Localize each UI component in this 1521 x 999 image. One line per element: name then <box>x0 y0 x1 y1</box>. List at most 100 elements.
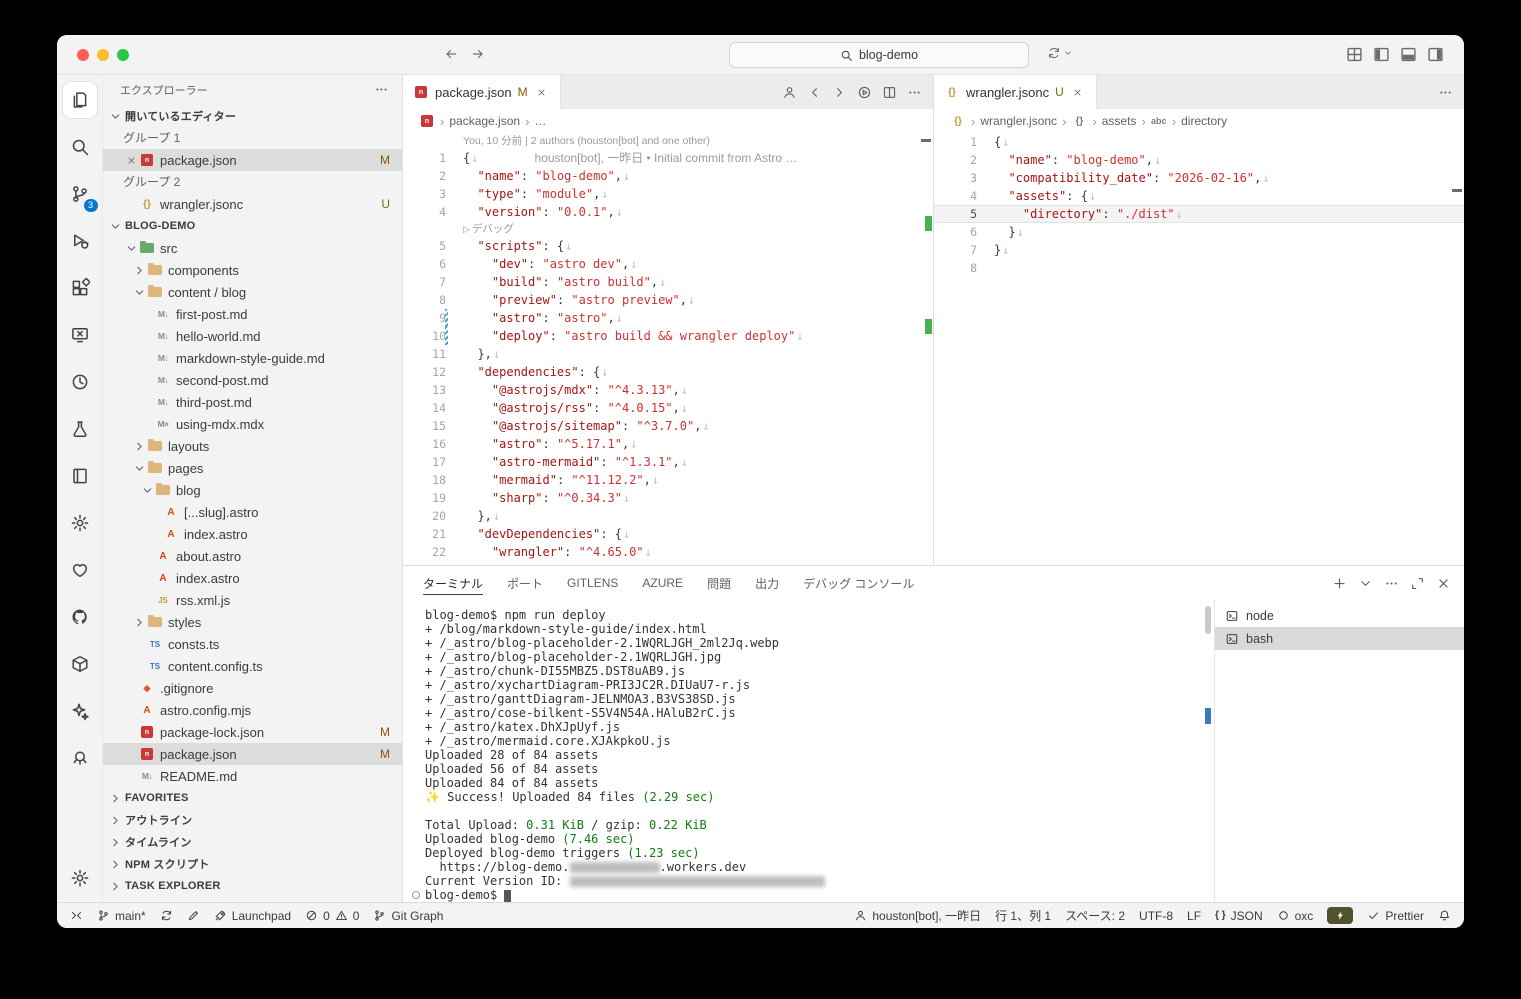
code-line[interactable]: 8 "preview": "astro preview",↓ <box>403 291 933 309</box>
code-line[interactable]: 1{↓houston[bot], 一昨日 • Initial commit fr… <box>403 149 933 167</box>
code-editor[interactable]: 1{↓2 "name": "blog-demo",↓3 "compatibili… <box>934 133 1464 565</box>
tree-item[interactable]: Aabout.astro <box>103 545 402 567</box>
panel-tab-ターミナル[interactable]: ターミナル <box>423 566 483 600</box>
toggle-blame-icon[interactable] <box>778 81 800 103</box>
tree-item[interactable]: M↓first-post.md <box>103 303 402 325</box>
root-folder-header[interactable]: BLOG-DEMO <box>125 220 195 232</box>
tree-item[interactable]: A[...slug].astro <box>103 501 402 523</box>
terminal-profile-dropdown-icon[interactable] <box>1354 572 1376 594</box>
activity-run-and-debug-icon[interactable] <box>63 223 97 259</box>
tree-item[interactable]: npackage-lock.jsonM <box>103 721 402 743</box>
code-line[interactable]: 21 "devDependencies": {↓ <box>403 525 933 543</box>
toggle-secondary-sidebar-icon[interactable] <box>1426 45 1446 65</box>
activity-remote-explorer-icon[interactable] <box>63 317 97 353</box>
status-notifications[interactable] <box>1431 903 1458 928</box>
activity-testing-icon[interactable] <box>63 411 97 447</box>
panel-tab-ポート[interactable]: ポート <box>507 566 543 600</box>
activity-notebooks-icon[interactable] <box>63 458 97 494</box>
activity-extensions-icon[interactable] <box>63 270 97 306</box>
titlebar-extra-control[interactable] <box>1047 46 1073 60</box>
tree-item[interactable]: M↓second-post.md <box>103 369 402 391</box>
code-line[interactable]: 5 "directory": "./dist"↓ <box>934 205 1464 223</box>
activity-github-icon[interactable] <box>63 599 97 635</box>
status-indentation[interactable]: スペース: 2 <box>1058 903 1132 928</box>
status-branch-indicator[interactable]: main* <box>90 903 153 928</box>
activity-search-icon[interactable] <box>63 129 97 165</box>
panel-more-actions-icon[interactable] <box>1380 572 1402 594</box>
terminal-instance-bash[interactable]: bash <box>1215 627 1464 650</box>
code-line[interactable]: 10 "deploy": "astro build && wrangler de… <box>403 327 933 345</box>
more-editor-actions-icon[interactable] <box>1434 81 1456 103</box>
maximize-panel-icon[interactable] <box>1406 572 1428 594</box>
status-eol[interactable]: LF <box>1180 903 1208 928</box>
tab-wrangler.jsonc[interactable]: {}wrangler.jsoncU <box>934 75 1097 109</box>
status-bolt-badge[interactable] <box>1320 903 1360 928</box>
code-line[interactable]: 17 "astro-mermaid": "^1.3.1",↓ <box>403 453 933 471</box>
tab-package.json[interactable]: npackage.jsonM <box>403 75 561 109</box>
tree-item[interactable]: blog <box>103 479 402 501</box>
code-line[interactable]: 9 "astro": "astro",↓ <box>403 309 933 327</box>
status-launchpad[interactable]: Launchpad <box>207 903 298 928</box>
panel-tab-問題[interactable]: 問題 <box>707 566 731 600</box>
sidebar-section-header[interactable]: NPM スクリプト <box>125 856 209 872</box>
sidebar-section-header[interactable]: アウトライン <box>125 812 192 828</box>
code-line[interactable]: 14 "@astrojs/rss": "^4.0.15",↓ <box>403 399 933 417</box>
panel-tab-GITLENS[interactable]: GITLENS <box>567 566 618 600</box>
panel-tab-デバッグ コンソール[interactable]: デバッグ コンソール <box>803 566 914 600</box>
close-tab-icon[interactable] <box>1070 84 1086 100</box>
code-line[interactable]: 19 "sharp": "^0.34.3"↓ <box>403 489 933 507</box>
code-line[interactable]: 11 },↓ <box>403 345 933 363</box>
tree-item[interactable]: components <box>103 259 402 281</box>
tree-item[interactable]: M↓README.md <box>103 765 402 787</box>
activity-containers-icon[interactable] <box>63 740 97 776</box>
tree-item[interactable]: layouts <box>103 435 402 457</box>
code-line[interactable]: 16 "astro": "^5.17.1",↓ <box>403 435 933 453</box>
history-forward-button[interactable] <box>470 46 490 64</box>
next-change-icon[interactable] <box>828 81 850 103</box>
tree-item[interactable]: M↓markdown-style-guide.md <box>103 347 402 369</box>
code-line[interactable]: 1{↓ <box>934 133 1464 151</box>
tree-item[interactable]: M↓third-post.md <box>103 391 402 413</box>
status-blame-author[interactable]: houston[bot], 一昨日 <box>847 903 988 928</box>
close-editor-icon[interactable] <box>123 155 139 166</box>
tree-item[interactable]: TSconsts.ts <box>103 633 402 655</box>
breadcrumb-item[interactable]: directory <box>1181 114 1227 128</box>
panel-tab-出力[interactable]: 出力 <box>755 566 779 600</box>
code-line[interactable]: 2 "name": "blog-demo",↓ <box>934 151 1464 169</box>
activity-package-explorer-icon[interactable] <box>63 646 97 682</box>
tree-item[interactable]: TScontent.config.ts <box>103 655 402 677</box>
code-line[interactable]: 6 "dev": "astro dev",↓ <box>403 255 933 273</box>
activity-manage-icon[interactable] <box>63 860 97 896</box>
open-editor-item[interactable]: {}wrangler.jsoncU <box>103 193 402 215</box>
terminal-scrollbar-thumb[interactable] <box>1205 606 1211 634</box>
close-tab-icon[interactable] <box>534 84 550 100</box>
tree-item[interactable]: src <box>103 237 402 259</box>
panel-tab-AZURE[interactable]: AZURE <box>642 566 683 600</box>
code-line[interactable]: 3 "type": "module",↓ <box>403 185 933 203</box>
code-line[interactable]: 20 },↓ <box>403 507 933 525</box>
codelens[interactable]: ▷デバッグ <box>403 221 933 237</box>
tree-item[interactable]: styles <box>103 611 402 633</box>
activity-copilot-icon[interactable] <box>63 693 97 729</box>
tree-item[interactable]: Aindex.astro <box>103 523 402 545</box>
history-back-button[interactable] <box>443 46 463 64</box>
code-line[interactable]: 4 "assets": {↓ <box>934 187 1464 205</box>
tree-item[interactable]: Aastro.config.mjs <box>103 699 402 721</box>
breadcrumb-item[interactable]: package.json <box>449 114 520 128</box>
codelens[interactable]: You, 10 分前 | 2 authors (houston[bot] and… <box>403 133 933 149</box>
breadcrumb-item[interactable]: … <box>534 114 546 128</box>
sidebar-section-header[interactable]: タイムライン <box>125 834 192 850</box>
new-terminal-icon[interactable] <box>1328 572 1350 594</box>
sidebar-more-actions-icon[interactable] <box>374 82 390 98</box>
terminal-content[interactable]: blog-demo$ npm run deploy+ /blog/markdow… <box>403 600 1214 902</box>
breadcrumb-item[interactable]: wrangler.jsonc <box>980 114 1057 128</box>
sidebar-section-header[interactable]: FAVORITES <box>125 792 189 804</box>
status-gitlens-mode[interactable] <box>180 903 207 928</box>
status-cursor-position[interactable]: 行 1、列 1 <box>988 903 1058 928</box>
status-remote-indicator[interactable] <box>63 903 90 928</box>
run-npm-script-icon[interactable] <box>853 81 875 103</box>
status-prettier[interactable]: Prettier <box>1360 903 1431 928</box>
code-line[interactable]: 8 <box>934 259 1464 277</box>
minimize-window-button[interactable] <box>97 49 109 61</box>
code-line[interactable]: 13 "@astrojs/mdx": "^4.3.13",↓ <box>403 381 933 399</box>
